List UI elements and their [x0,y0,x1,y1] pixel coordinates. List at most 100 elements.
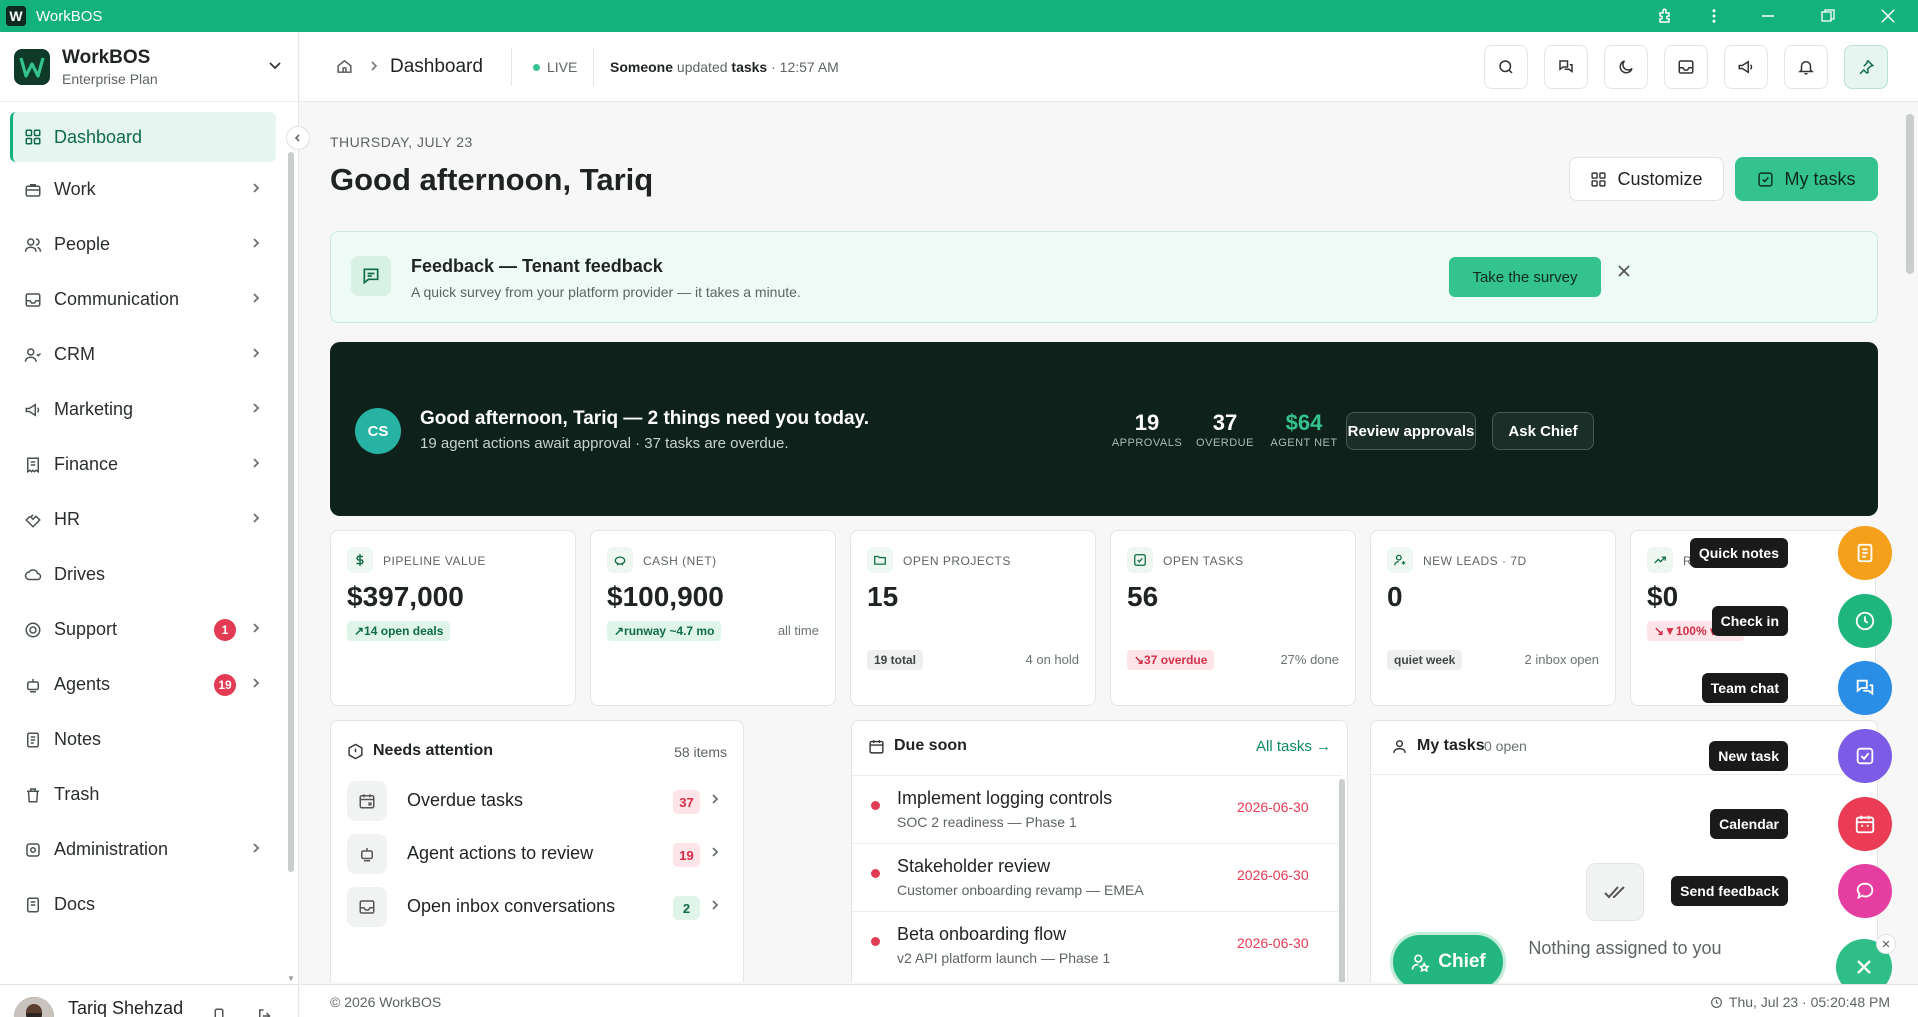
sidebar-item-agents[interactable]: Agents 19 [0,657,290,712]
user-name: Tariq Shehzad [68,997,184,1017]
task-row[interactable]: Stakeholder review Customer onboarding r… [852,843,1342,911]
logout-icon[interactable] [256,1007,274,1017]
main-scrollbar[interactable] [1906,114,1914,274]
check-in-button[interactable] [1838,594,1892,648]
close-window-button[interactable] [1858,0,1918,32]
activity-actor: Someone [610,59,674,75]
kpi-card-projects[interactable]: OPEN PROJECTS 15 19 total 4 on hold [850,530,1096,706]
kpi-value: $397,000 [347,581,464,612]
calendar-button[interactable] [1838,797,1892,851]
extensions-icon[interactable] [1642,0,1690,32]
attention-row-overdue[interactable]: Overdue tasks 37 [347,779,727,823]
attention-row-inbox[interactable]: Open inbox conversations 2 [347,885,727,929]
row-label: Open inbox conversations [407,896,616,916]
chevron-right-icon [250,457,262,469]
double-check-icon [1586,863,1644,921]
dismiss-fab-icon[interactable]: ✕ [1876,934,1896,954]
customize-button[interactable]: Customize [1569,157,1724,201]
announcements-button[interactable] [1724,45,1768,89]
kpi-card-cash[interactable]: CASH (NET) $100,900 ↗runway ~4.7 mo all … [590,530,836,706]
new-task-button[interactable] [1838,729,1892,783]
stat-label: AGENT NET [1270,437,1338,449]
kpi-label: PIPELINE VALUE [383,554,486,568]
sidebar-scrollbar[interactable] [288,152,294,872]
kpi-pill: 19 total [867,650,924,670]
task-project: Customer onboarding revamp — EMEA [897,882,1144,898]
sidebar-item-work[interactable]: Work [0,162,290,217]
quick-notes-button[interactable] [1838,526,1892,580]
checkbox-icon [1127,547,1153,573]
mobile-icon[interactable] [210,1007,228,1017]
collapse-sidebar-button[interactable] [286,126,310,150]
kpi-card-pipeline[interactable]: PIPELINE VALUE $397,000 ↗14 open deals [330,530,576,706]
sidebar-item-marketing[interactable]: Marketing [0,382,290,437]
panel-scrollbar[interactable] [1339,779,1345,982]
chevron-down-icon[interactable] [268,58,282,72]
sidebar-item-notes[interactable]: Notes [0,712,290,767]
chief-assistant-button[interactable]: Chief [1390,932,1506,992]
home-icon[interactable] [336,58,353,75]
user-profile[interactable]: Tariq Shehzad Platform owner [0,984,299,1017]
sidebar-item-administration[interactable]: Administration [0,822,290,877]
sidebar-item-drives[interactable]: Drives [0,547,290,602]
row-label: Agent actions to review [407,843,594,863]
task-row[interactable]: Implement logging controls SOC 2 readine… [852,775,1342,843]
stat-overdue[interactable]: 37 OVERDUE [1192,410,1258,449]
sidebar-item-crm[interactable]: CRM [0,327,290,382]
alert-icon [347,743,364,760]
theme-toggle-button[interactable] [1604,45,1648,89]
ask-chief-button[interactable]: Ask Chief [1492,412,1594,450]
minimize-button[interactable] [1738,0,1798,32]
close-icon[interactable] [1617,264,1631,278]
sidebar-item-label: Drives [54,564,106,584]
restore-button[interactable] [1798,0,1858,32]
activity-feed[interactable]: Someone updated tasks · 12:57 AM [610,59,839,75]
kpi-card-leads[interactable]: NEW LEADS · 7D 0 quiet week 2 inbox open [1370,530,1616,706]
sidebar-item-communication[interactable]: Communication [0,272,290,327]
clock-icon [1710,996,1722,1008]
kpi-side-note: 4 on hold [1025,652,1080,667]
attention-row-agent-actions[interactable]: Agent actions to review 19 [347,832,727,876]
chart-up-icon [1647,547,1673,573]
task-row[interactable]: Beta onboarding flow v2 API platform lau… [852,911,1342,979]
sidebar-item-support[interactable]: Support 1 [0,602,290,657]
search-button[interactable] [1484,45,1528,89]
cloud-icon [24,568,42,580]
my-tasks-button[interactable]: My tasks [1735,157,1878,201]
sidebar-item-people[interactable]: People [0,217,290,272]
stat-agent-net[interactable]: $64 AGENT NET [1266,410,1342,449]
task-due-date: 2026-06-30 [1237,799,1309,815]
messages-button[interactable] [1544,45,1588,89]
all-tasks-link[interactable]: All tasks → [1256,738,1331,755]
kpi-card-tasks[interactable]: OPEN TASKS 56 ↘37 overdue 27% done [1110,530,1356,706]
team-chat-button[interactable] [1838,661,1892,715]
window-titlebar: W WorkBOS [0,0,1918,32]
kpi-value: 15 [867,581,899,612]
sidebar-item-hr[interactable]: HR [0,492,290,547]
notes-icon [27,732,39,747]
inbox-button[interactable] [1664,45,1708,89]
more-menu-icon[interactable] [1690,0,1738,32]
open-count: 0 open [1484,738,1527,754]
sidebar-item-trash[interactable]: Trash [0,767,290,822]
workspace-switcher[interactable]: WorkBOS Enterprise Plan [0,32,298,102]
kpi-label: OPEN TASKS [1163,554,1244,568]
kpi-label: CASH (NET) [643,554,717,568]
sidebar-item-finance[interactable]: Finance [0,437,290,492]
send-feedback-button[interactable] [1838,864,1892,918]
summary-title: Good afternoon, Tariq — 2 things need yo… [420,408,869,429]
stat-approvals[interactable]: 19 APPROVALS [1092,410,1202,449]
notifications-button[interactable] [1784,45,1828,89]
pin-button[interactable] [1844,45,1888,89]
moon-icon [1619,60,1633,74]
sidebar-item-dashboard[interactable]: Dashboard [10,112,276,162]
kpi-trend: ↗runway ~4.7 mo [607,621,722,641]
scroll-down-arrow[interactable]: ▼ [287,974,295,983]
activity-time: · 12:57 AM [771,59,839,75]
chevron-right-icon [250,622,262,634]
review-approvals-button[interactable]: Review approvals [1346,412,1476,450]
people-icon [24,237,42,252]
take-survey-button[interactable]: Take the survey [1449,257,1601,297]
sidebar-item-label: Docs [54,894,96,914]
sidebar-item-docs[interactable]: Docs [0,877,290,932]
